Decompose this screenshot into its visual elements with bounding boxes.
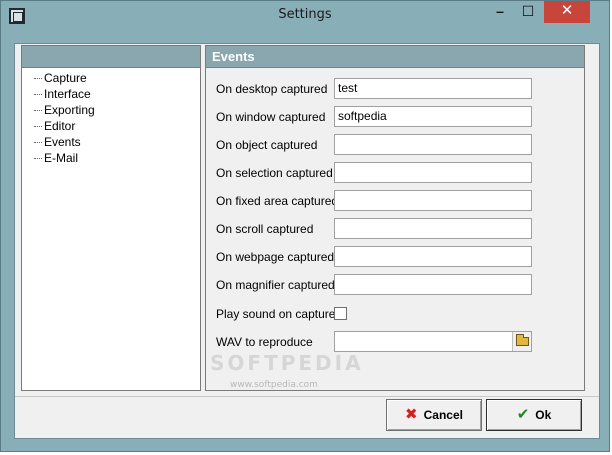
- row-object-captured: On object captured: [216, 134, 576, 156]
- maximize-button[interactable]: ☐: [515, 1, 541, 23]
- play-sound-checkbox[interactable]: [334, 307, 347, 320]
- watermark-logo: SOFTPEDIA: [210, 351, 364, 375]
- tree-item-events[interactable]: Events: [22, 134, 200, 150]
- play-sound-label: Play sound on capture: [216, 307, 336, 321]
- wav-path-input[interactable]: [334, 331, 532, 352]
- row-window-captured: On window captured softpedia: [216, 106, 576, 128]
- row-wav: WAV to reproduce: [216, 331, 576, 353]
- field-label: On magnifier captured: [216, 278, 335, 292]
- tree-item-editor[interactable]: Editor: [22, 118, 200, 134]
- tree-item-interface[interactable]: Interface: [22, 86, 200, 102]
- title-bar[interactable]: Settings – ☐ ✕: [1, 1, 609, 31]
- scroll-captured-input[interactable]: [334, 218, 532, 239]
- row-webpage-captured: On webpage captured: [216, 246, 576, 268]
- selection-captured-input[interactable]: [334, 162, 532, 183]
- folder-open-icon: [516, 334, 529, 346]
- events-panel: Events On desktop captured test On windo…: [205, 45, 585, 391]
- watermark-url: www.softpedia.com: [230, 380, 318, 390]
- checkmark-icon: ✔: [516, 406, 530, 423]
- row-magnifier-captured: On magnifier captured: [216, 274, 576, 296]
- tree-item-capture[interactable]: Capture: [22, 70, 200, 86]
- magnifier-captured-input[interactable]: [334, 274, 532, 295]
- row-selection-captured: On selection captured: [216, 162, 576, 184]
- desktop-captured-input[interactable]: test: [334, 78, 532, 99]
- object-captured-input[interactable]: [334, 134, 532, 155]
- field-label: On window captured: [216, 110, 326, 124]
- dialog-client: Capture Interface Exporting Editor Event…: [14, 43, 600, 439]
- category-tree: Capture Interface Exporting Editor Event…: [22, 70, 200, 166]
- settings-window: Settings – ☐ ✕ Capture Interface Exporti…: [0, 0, 610, 452]
- close-button[interactable]: ✕: [544, 1, 590, 23]
- field-label: On desktop captured: [216, 82, 328, 96]
- category-tree-pane: Capture Interface Exporting Editor Event…: [21, 45, 201, 391]
- tree-item-exporting[interactable]: Exporting: [22, 102, 200, 118]
- row-scroll-captured: On scroll captured: [216, 218, 576, 240]
- cancel-button[interactable]: ✖ Cancel: [386, 399, 482, 431]
- browse-button[interactable]: [512, 332, 531, 351]
- panel-title: Events: [206, 46, 584, 68]
- row-desktop-captured: On desktop captured test: [216, 78, 576, 100]
- fixed-area-captured-input[interactable]: [334, 190, 532, 211]
- webpage-captured-input[interactable]: [334, 246, 532, 267]
- ok-label: Ok: [535, 408, 552, 422]
- tree-header: [22, 46, 200, 68]
- row-fixed-area-captured: On fixed area captured: [216, 190, 576, 212]
- footer-divider: [15, 396, 599, 397]
- field-label: On scroll captured: [216, 222, 314, 236]
- field-label: On selection captured: [216, 166, 333, 180]
- field-label: On webpage captured: [216, 250, 335, 264]
- cancel-label: Cancel: [423, 408, 463, 422]
- field-label: On object captured: [216, 138, 318, 152]
- minimize-button[interactable]: –: [487, 1, 513, 23]
- wav-label: WAV to reproduce: [216, 335, 313, 349]
- row-play-sound: Play sound on capture: [216, 303, 576, 325]
- ok-button[interactable]: ✔ Ok: [486, 399, 582, 431]
- window-captured-input[interactable]: softpedia: [334, 106, 532, 127]
- tree-item-email[interactable]: E-Mail: [22, 150, 200, 166]
- field-label: On fixed area captured: [216, 194, 339, 208]
- x-icon: ✖: [405, 406, 418, 423]
